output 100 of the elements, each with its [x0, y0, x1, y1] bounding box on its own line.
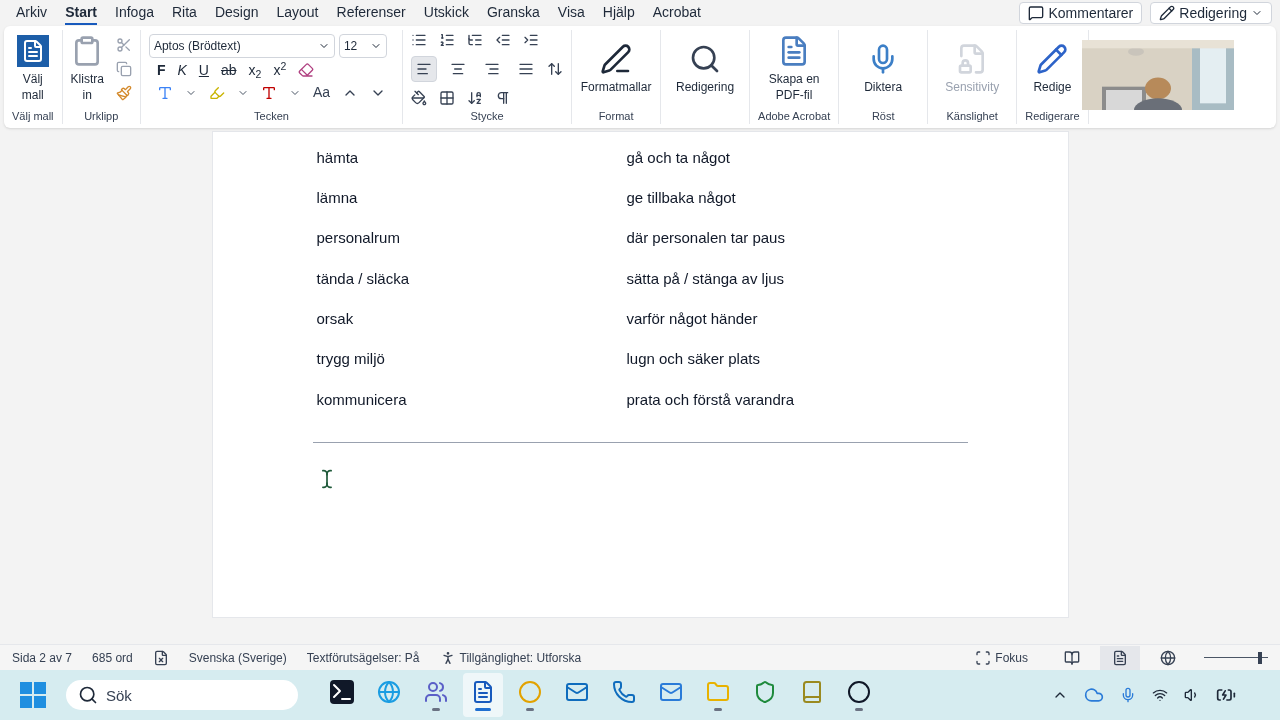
cut-icon[interactable]	[115, 36, 132, 53]
read-view-icon	[1064, 649, 1080, 666]
app-icon	[706, 679, 730, 704]
term-text: personalrum	[316, 228, 401, 249]
line-spacing-icon[interactable]	[547, 60, 564, 77]
meaning-text: sätta på / stänga av ljus	[626, 268, 785, 289]
menu-tab[interactable]: Design	[214, 1, 259, 25]
predictions-text[interactable]: Textförutsägelser: På	[306, 648, 420, 667]
format-button[interactable]: K	[177, 63, 187, 78]
shading-icon[interactable]	[411, 89, 428, 106]
menu-tab[interactable]: Arkiv	[16, 1, 48, 25]
app-icon	[847, 679, 871, 704]
app-icon	[612, 679, 636, 704]
menu-tab[interactable]: Start	[65, 1, 98, 25]
ribbon-button[interactable]: Diktera	[847, 42, 920, 95]
term-text: kommunicera	[316, 389, 408, 410]
group-label: Adobe Acrobat	[758, 108, 831, 124]
menu-tab[interactable]: Visa	[557, 1, 585, 25]
pen-icon[interactable]	[1036, 42, 1069, 75]
term-text: hämta	[316, 147, 360, 168]
numbered-list-icon[interactable]	[439, 31, 456, 48]
wifi-icon[interactable]	[1152, 687, 1168, 703]
cloud-icon[interactable]	[1084, 685, 1104, 705]
group-label: Känslighet	[946, 108, 998, 124]
microphone-icon[interactable]	[1120, 687, 1136, 703]
meaning-text: lugn och säker plats	[626, 349, 760, 370]
proofing-icon[interactable]	[152, 649, 169, 666]
format-button[interactable]: x$^{2}$	[273, 63, 287, 78]
change-case-button[interactable]: Aa	[312, 82, 331, 104]
menu-tab[interactable]: Granska	[486, 1, 540, 25]
editing-button[interactable]: Redigering	[1150, 2, 1272, 24]
comment-icon	[1028, 5, 1045, 21]
menu-tab[interactable]: Utskick	[423, 1, 469, 25]
document-icon	[16, 34, 49, 67]
accessibility-button[interactable]: Tillgänglighet: Utforska	[439, 648, 582, 667]
font-size-field[interactable]: 12	[338, 34, 387, 59]
taskbar-app[interactable]	[463, 673, 503, 717]
group-label: Tecken	[254, 108, 289, 124]
meaning-text: prata och förstå varandra	[626, 389, 795, 410]
language-text[interactable]: Svenska (Sverige)	[188, 648, 287, 667]
comments-button[interactable]: Kommentarer	[1019, 2, 1143, 24]
style-brush-icon[interactable]	[600, 42, 633, 75]
meaning-text: varför något händer	[626, 309, 758, 330]
group-label: Redigerare	[1025, 108, 1080, 124]
format-button[interactable]: ab	[220, 63, 237, 78]
format-button[interactable]: F	[156, 63, 166, 78]
meaning-text: gå och ta något	[626, 147, 730, 168]
paste-button[interactable]: Klistra in	[70, 34, 104, 103]
group-label: Välj mall	[12, 108, 54, 124]
meaning-text: där personalen tar paus	[626, 228, 785, 249]
ribbon-button[interactable]: Redige	[1033, 42, 1072, 95]
menu-tab[interactable]: Acrobat	[652, 1, 701, 25]
sort-icon[interactable]	[467, 89, 484, 106]
format-button[interactable]: x$_{2}$	[248, 63, 262, 78]
app-icon	[753, 679, 777, 704]
menu-tab[interactable]: Layout	[276, 1, 319, 25]
menu-tab[interactable]: Rita	[171, 1, 197, 25]
view-button[interactable]	[1100, 645, 1140, 670]
app-icon	[424, 679, 448, 704]
font-family-field[interactable]: Aptos (Brödtext)	[148, 34, 335, 59]
term-text: trygg miljö	[316, 349, 386, 370]
app-icon	[518, 679, 542, 704]
page-count[interactable]: Sida 2 av 7	[12, 648, 73, 667]
menu-tab[interactable]: Referenser	[336, 1, 406, 25]
align-button[interactable]	[411, 55, 438, 82]
menu-tab[interactable]: Hjälp	[602, 1, 635, 25]
ribbon-button[interactable]: Redigering	[669, 43, 742, 95]
web-view-icon	[1160, 649, 1176, 666]
search-icon	[78, 685, 98, 705]
ribbon-button[interactable]: Formatmallar	[580, 42, 653, 95]
group-label: Urklipp	[84, 108, 119, 124]
app-icon	[471, 679, 495, 704]
font-color-icon[interactable]	[260, 84, 277, 101]
clear-format-icon[interactable]	[298, 62, 315, 79]
app-icon	[330, 679, 354, 704]
word-count[interactable]: 685 ord	[92, 648, 133, 667]
group-label: Stycke	[470, 108, 504, 124]
pencil-icon	[1159, 5, 1176, 21]
group-label: Röst	[871, 108, 895, 124]
focus-button[interactable]: Fokus	[975, 648, 1028, 667]
print-view-icon	[1112, 649, 1128, 666]
meaning-text: ge tillbaka något	[626, 188, 736, 209]
term-text: tända / släcka	[316, 268, 411, 289]
app-icon	[377, 679, 401, 704]
template-button[interactable]: Välj mall	[16, 34, 49, 103]
ribbon-button[interactable]: Skapa en PDF-fil	[758, 34, 831, 103]
menu-tab[interactable]: Infoga	[115, 1, 154, 25]
term-text: orsak	[316, 309, 355, 330]
zoom-slider[interactable]	[1204, 651, 1268, 664]
copy-icon[interactable]	[115, 60, 132, 77]
term-text: lämna	[316, 188, 359, 209]
app-icon	[800, 679, 824, 704]
format-painter-icon[interactable]	[115, 84, 132, 101]
borders-icon[interactable]	[439, 89, 456, 106]
text-effect-icon[interactable]	[156, 84, 173, 101]
search-field[interactable]: Sök	[66, 680, 298, 710]
group-label: Format	[598, 108, 634, 124]
format-button[interactable]: U	[198, 63, 209, 78]
focus-icon	[975, 649, 992, 666]
start-icon[interactable]	[20, 682, 46, 708]
